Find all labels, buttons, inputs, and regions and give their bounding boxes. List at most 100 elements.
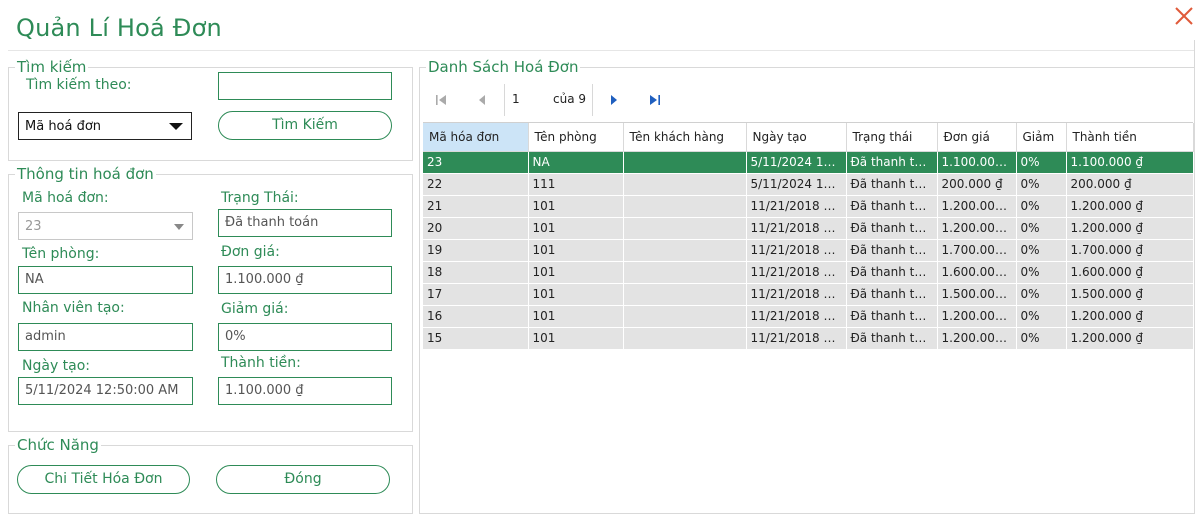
table-row[interactable]: 23 NA 5/11/2024 12:... Đã thanh toán 1.100.0… — [423, 151, 1194, 174]
table-row[interactable]: 16 101 11/21/2018 1... Đã thanh toán 1.200.0… — [423, 305, 1194, 328]
table-row[interactable]: 21 101 11/21/2018 9:... Đã thanh toán 1.200.… — [423, 195, 1194, 218]
table-cell[interactable]: Đã thanh toán — [846, 217, 938, 240]
table-cell[interactable]: 0% — [1016, 151, 1067, 174]
table-cell[interactable]: 1.500.000 ₫ — [1066, 283, 1194, 306]
status-field[interactable]: Đã thanh toán — [218, 209, 392, 237]
table-cell[interactable]: 1.700.000 ₫ — [1066, 239, 1194, 262]
table-cell[interactable] — [623, 239, 747, 262]
table-cell[interactable] — [623, 327, 747, 350]
page-current[interactable]: 1 — [512, 92, 520, 106]
column-header[interactable]: Tên khách hàng — [623, 123, 747, 152]
table-cell[interactable]: 101 — [528, 195, 624, 218]
table-row[interactable]: 15 101 11/21/2018 9:... Đã thanh toán 1.200.… — [423, 327, 1194, 350]
table-cell[interactable]: 0% — [1016, 239, 1067, 262]
table-cell[interactable]: 101 — [528, 327, 624, 350]
table-cell[interactable]: 20 — [423, 217, 529, 240]
table-row[interactable]: 18 101 11/21/2018 1... Đã thanh toán 1.600.0… — [423, 261, 1194, 284]
table-cell[interactable]: 11/21/2018 9:... — [746, 217, 847, 240]
table-cell[interactable] — [623, 195, 747, 218]
table-cell[interactable]: 1.200.000 ₫ — [1066, 327, 1194, 350]
table-cell[interactable]: 1.100.000 ₫ — [937, 151, 1017, 174]
table-row[interactable]: 20 101 11/21/2018 9:... Đã thanh toán 1.200.… — [423, 217, 1194, 240]
table-cell[interactable]: 101 — [528, 239, 624, 262]
table-cell[interactable]: 0% — [1016, 261, 1067, 284]
table-cell[interactable]: Đã thanh toán — [846, 261, 938, 284]
close-icon[interactable] — [1172, 4, 1196, 28]
column-header[interactable]: Tên phòng — [528, 123, 624, 152]
table-cell[interactable]: 200.000 ₫ — [1066, 173, 1194, 196]
dropdown-arrow-icon[interactable] — [169, 123, 183, 130]
table-cell[interactable]: 11/21/2018 1... — [746, 305, 847, 328]
table-cell[interactable]: NA — [528, 151, 624, 174]
last-page-icon[interactable] — [648, 93, 662, 107]
table-cell[interactable]: 1.200.000 ₫ — [937, 195, 1017, 218]
search-field-select[interactable]: Mã hoá đơn — [18, 112, 192, 140]
table-cell[interactable]: 0% — [1016, 217, 1067, 240]
table-row[interactable]: 19 101 11/21/2018 1... Đã thanh toán 1.700.0… — [423, 239, 1194, 262]
table-cell[interactable]: 111 — [528, 173, 624, 196]
table-cell[interactable]: 1.200.000 ₫ — [937, 327, 1017, 350]
table-row[interactable]: 17 101 11/21/2018 1... Đã thanh toán 1.500.0… — [423, 283, 1194, 306]
invoice-id-select[interactable]: 23 — [18, 212, 193, 240]
table-cell[interactable]: 5/11/2024 12:... — [746, 173, 847, 196]
prev-page-icon[interactable] — [476, 93, 488, 107]
price-field[interactable]: 1.100.000 ₫ — [218, 266, 392, 294]
table-cell[interactable]: 1.100.000 ₫ — [1066, 151, 1194, 174]
table-row[interactable]: 22 111 5/11/2024 12:... Đã thanh toán 200.00… — [423, 173, 1194, 196]
date-field[interactable]: 5/11/2024 12:50:00 AM — [18, 377, 193, 405]
table-cell[interactable]: 11/21/2018 9:... — [746, 195, 847, 218]
table-cell[interactable]: Đã thanh toán — [846, 239, 938, 262]
column-header[interactable]: Giảm — [1016, 123, 1067, 152]
table-cell[interactable]: 0% — [1016, 305, 1067, 328]
table-cell[interactable]: 0% — [1016, 283, 1067, 306]
table-cell[interactable]: 1.700.000 ₫ — [937, 239, 1017, 262]
column-header[interactable]: Thành tiền — [1066, 123, 1194, 152]
table-cell[interactable]: 101 — [528, 283, 624, 306]
staff-field[interactable]: admin — [18, 323, 193, 351]
table-cell[interactable]: 0% — [1016, 195, 1067, 218]
next-page-icon[interactable] — [608, 93, 620, 107]
table-cell[interactable]: 11/21/2018 1... — [746, 239, 847, 262]
total-field[interactable]: 1.100.000 ₫ — [218, 377, 392, 405]
table-cell[interactable]: 23 — [423, 151, 529, 174]
table-cell[interactable] — [623, 305, 747, 328]
table-cell[interactable]: 21 — [423, 195, 529, 218]
invoice-grid[interactable]: Mã hóa đơn Tên phòng Tên khách hàng Ngày tạ… — [423, 122, 1194, 512]
table-cell[interactable] — [623, 283, 747, 306]
table-cell[interactable]: 16 — [423, 305, 529, 328]
table-cell[interactable]: Đã thanh toán — [846, 327, 938, 350]
table-cell[interactable] — [623, 173, 747, 196]
table-cell[interactable]: 22 — [423, 173, 529, 196]
table-cell[interactable]: 18 — [423, 261, 529, 284]
table-cell[interactable]: 1.200.000 ₫ — [1066, 305, 1194, 328]
table-cell[interactable]: 11/21/2018 9:... — [746, 327, 847, 350]
table-cell[interactable]: 101 — [528, 305, 624, 328]
table-cell[interactable]: 0% — [1016, 173, 1067, 196]
table-cell[interactable]: 200.000 ₫ — [937, 173, 1017, 196]
close-button[interactable]: Đóng — [216, 465, 390, 494]
column-header[interactable]: Trạng thái — [846, 123, 938, 152]
table-cell[interactable]: 5/11/2024 12:... — [746, 151, 847, 174]
table-cell[interactable]: 17 — [423, 283, 529, 306]
dropdown-arrow-icon[interactable] — [174, 224, 184, 230]
table-cell[interactable] — [623, 151, 747, 174]
invoice-detail-button[interactable]: Chi Tiết Hóa Đơn — [17, 465, 190, 494]
table-cell[interactable]: 1.200.000 ₫ — [937, 305, 1017, 328]
column-header[interactable]: Ngày tạo — [746, 123, 847, 152]
table-cell[interactable]: 1.500.000 ₫ — [937, 283, 1017, 306]
first-page-icon[interactable] — [434, 93, 448, 107]
table-cell[interactable]: 1.200.000 ₫ — [1066, 217, 1194, 240]
table-cell[interactable]: 1.600.000 ₫ — [1066, 261, 1194, 284]
discount-field[interactable]: 0% — [218, 323, 392, 351]
table-cell[interactable]: Đã thanh toán — [846, 173, 938, 196]
table-cell[interactable] — [623, 261, 747, 284]
table-cell[interactable]: 11/21/2018 1... — [746, 261, 847, 284]
table-cell[interactable]: 1.200.000 ₫ — [937, 217, 1017, 240]
column-header[interactable]: Đơn giá — [937, 123, 1017, 152]
table-cell[interactable]: Đã thanh toán — [846, 151, 938, 174]
table-cell[interactable]: 11/21/2018 1... — [746, 283, 847, 306]
table-cell[interactable]: 101 — [528, 261, 624, 284]
table-cell[interactable]: 101 — [528, 217, 624, 240]
table-cell[interactable]: 0% — [1016, 327, 1067, 350]
table-cell[interactable]: 19 — [423, 239, 529, 262]
